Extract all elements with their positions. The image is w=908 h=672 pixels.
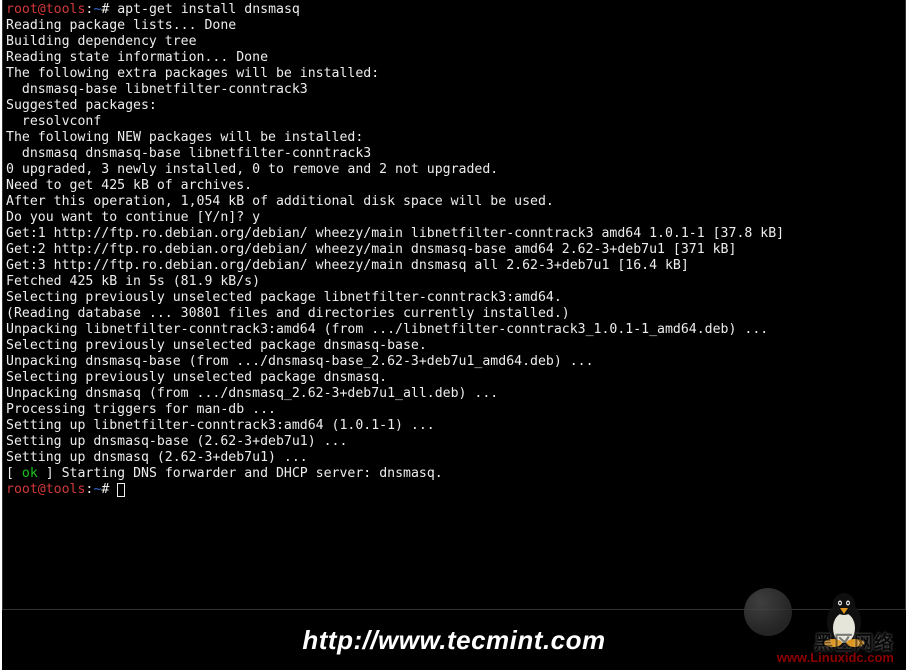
output-line: Setting up libnetfilter-conntrack3:amd64…: [6, 418, 902, 434]
output-line: Building dependency tree: [6, 34, 902, 50]
output-line: Selecting previously unselected package …: [6, 290, 902, 306]
footer-bar: http://www.tecmint.com: [2, 610, 906, 670]
command-text: apt-get install dnsmasq: [117, 2, 300, 17]
prompt-symbol: #: [101, 2, 109, 17]
output-line: Setting up dnsmasq (2.62-3+deb7u1) ...: [6, 450, 902, 466]
cursor-icon: [117, 483, 125, 497]
output-line: Fetched 425 kB in 5s (81.9 kB/s): [6, 274, 902, 290]
prompt-line-idle[interactable]: root@tools:~#: [6, 482, 902, 498]
output-line: Get:1 http://ftp.ro.debian.org/debian/ w…: [6, 226, 902, 242]
status-ok: ok: [22, 466, 38, 481]
output-line: resolvconf: [6, 114, 902, 130]
output-line: Get:2 http://ftp.ro.debian.org/debian/ w…: [6, 242, 902, 258]
output-line: Selecting previously unselected package …: [6, 370, 902, 386]
output-line: Unpacking libnetfilter-conntrack3:amd64 …: [6, 322, 902, 338]
output-line: Selecting previously unselected package …: [6, 338, 902, 354]
output-line: The following extra packages will be ins…: [6, 66, 902, 82]
prompt-line: root@tools:~# apt-get install dnsmasq: [6, 2, 902, 18]
output-line: After this operation, 1,054 kB of additi…: [6, 194, 902, 210]
prompt-user: root@tools: [6, 2, 85, 17]
status-line: [ ok ] Starting DNS forwarder and DHCP s…: [6, 466, 902, 482]
footer-url: http://www.tecmint.com: [302, 632, 605, 648]
output-line: dnsmasq-base libnetfilter-conntrack3: [6, 82, 902, 98]
output-line: Do you want to continue [Y/n]? y: [6, 210, 902, 226]
prompt-symbol: #: [101, 482, 109, 497]
output-line: Unpacking dnsmasq-base (from .../dnsmasq…: [6, 354, 902, 370]
output-line: Suggested packages:: [6, 98, 902, 114]
terminal-output: Reading package lists... DoneBuilding de…: [6, 18, 902, 466]
output-line: 0 upgraded, 3 newly installed, 0 to remo…: [6, 162, 902, 178]
output-line: Reading package lists... Done: [6, 18, 902, 34]
output-line: Need to get 425 kB of archives.: [6, 178, 902, 194]
output-line: The following NEW packages will be insta…: [6, 130, 902, 146]
output-line: Processing triggers for man-db ...: [6, 402, 902, 418]
prompt-user: root@tools: [6, 482, 85, 497]
output-line: Unpacking dnsmasq (from .../dnsmasq_2.62…: [6, 386, 902, 402]
output-line: Get:3 http://ftp.ro.debian.org/debian/ w…: [6, 258, 902, 274]
output-line: dnsmasq dnsmasq-base libnetfilter-conntr…: [6, 146, 902, 162]
output-line: Reading state information... Done: [6, 50, 902, 66]
output-line: (Reading database ... 30801 files and di…: [6, 306, 902, 322]
terminal-window[interactable]: root@tools:~# apt-get install dnsmasqRea…: [2, 0, 906, 610]
output-line: Setting up dnsmasq-base (2.62-3+deb7u1) …: [6, 434, 902, 450]
